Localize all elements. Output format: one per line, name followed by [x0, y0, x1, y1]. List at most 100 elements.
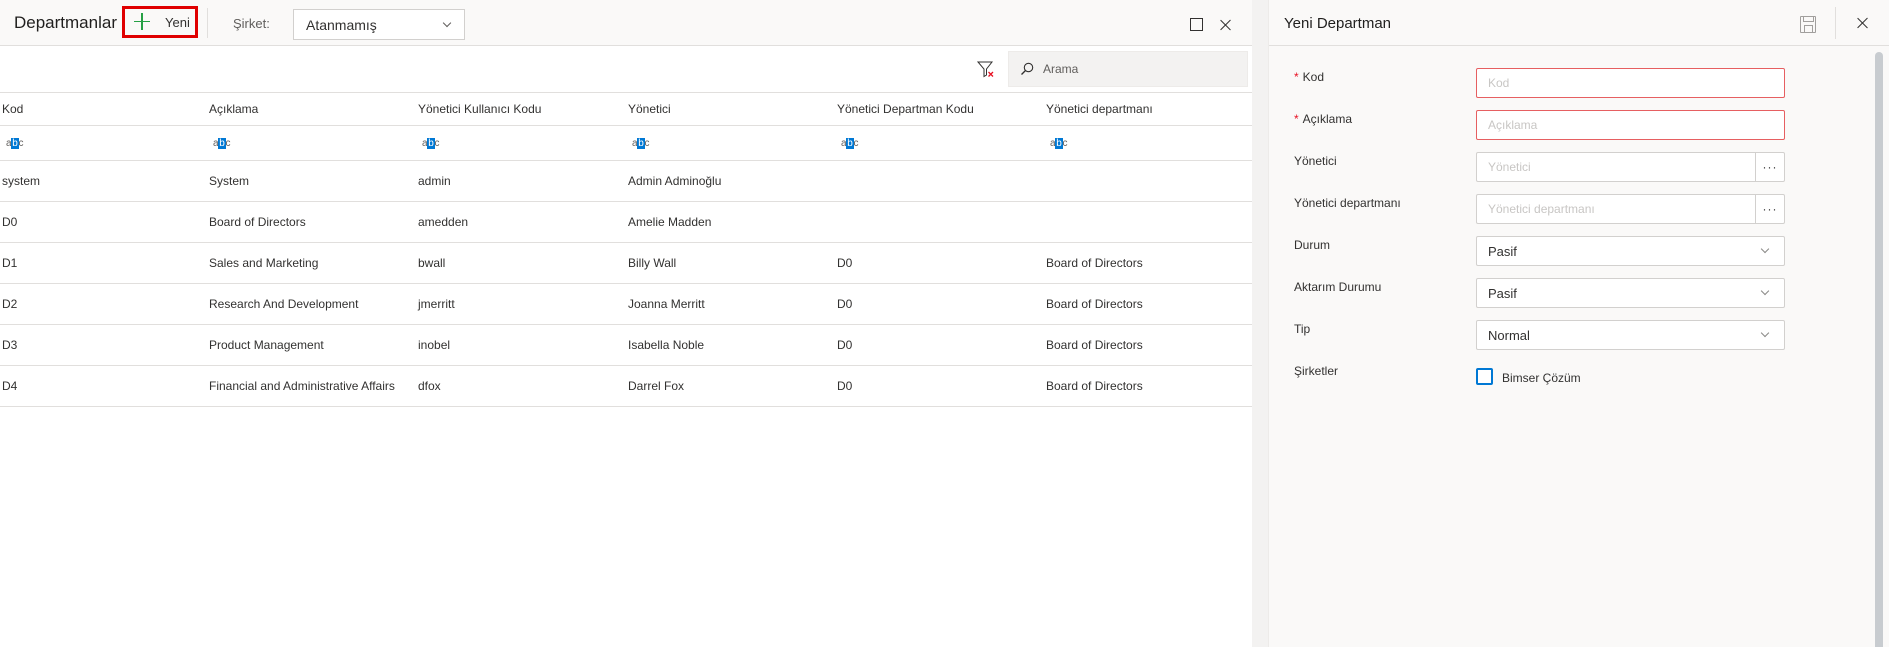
chevron-down-icon — [1760, 244, 1770, 254]
chevron-down-icon — [1760, 286, 1770, 296]
column-header-yonetici-departman-kodu[interactable]: Yönetici Departman Kodu — [837, 93, 974, 125]
header-divider — [207, 8, 208, 38]
cell-yonetici-kullanici-kodu: inobel — [418, 338, 451, 352]
departments-list-panel: Departmanlar Yeni Şirket: Atanmamış Aram… — [0, 0, 1252, 647]
bimser-cozum-checkbox[interactable] — [1476, 368, 1493, 385]
column-header-yonetici[interactable]: Yönetici — [628, 93, 671, 125]
bimser-cozum-label[interactable]: Bimser Çözüm — [1502, 371, 1581, 385]
aciklama-label: * Açıklama — [1294, 112, 1352, 126]
form-title: Yeni Departman — [1284, 15, 1392, 32]
cell-yonetici-kullanici-kodu: admin — [418, 174, 451, 188]
filter-icon-c: c — [18, 137, 24, 149]
column-header-yonetici-kullanici-kodu[interactable]: Yönetici Kullanıcı Kodu — [418, 93, 541, 125]
table-row[interactable]: D1 Sales and Marketing bwall Billy Wall D0 Bo… — [0, 243, 1252, 284]
save-icon[interactable] — [1800, 16, 1816, 33]
cell-yonetici-departmani: Board of Directors — [1046, 297, 1143, 311]
new-button-label: Yeni — [165, 15, 190, 30]
list-toolbar — [0, 46, 1252, 93]
company-dropdown[interactable]: Atanmamış — [293, 9, 465, 40]
cell-yonetici-kullanici-kodu: dfox — [418, 379, 441, 393]
new-button[interactable]: Yeni — [122, 6, 198, 38]
cell-yonetici: Admin Adminoğlu — [628, 174, 722, 188]
yonetici-departmani-field[interactable]: ··· — [1476, 194, 1785, 224]
tip-label: Tip — [1294, 322, 1311, 336]
yonetici-lookup-button[interactable]: ··· — [1755, 153, 1784, 181]
text-filter-icon[interactable]: abc — [207, 126, 231, 160]
cell-yonetici-kullanici-kodu: amedden — [418, 215, 469, 229]
yonetici-departmani-input[interactable] — [1477, 195, 1756, 223]
cell-yonetici-departman-kodu: D0 — [837, 338, 853, 352]
new-department-panel: Yeni Departman *Kod *Açıklama Yönetici ·… — [1268, 0, 1889, 647]
yonetici-departmani-label: Yönetici departmanı — [1294, 196, 1401, 210]
durum-value: Pasif — [1488, 244, 1517, 259]
grid-header-row: Kod Açıklama Yönetici Kullanıcı Kodu Yön… — [0, 93, 1252, 126]
aciklama-input[interactable] — [1477, 111, 1784, 139]
filter-icon-b: b — [846, 137, 854, 149]
column-header-kod[interactable]: Kod — [2, 93, 23, 125]
filter-icon-b: b — [1055, 137, 1063, 149]
tip-value: Normal — [1488, 328, 1530, 343]
column-header-yonetici-departmani[interactable]: Yönetici departmanı — [1046, 93, 1153, 125]
cell-kod: D2 — [2, 297, 18, 311]
plus-icon — [134, 13, 150, 30]
text-filter-icon[interactable]: abc — [416, 126, 440, 160]
table-row[interactable]: D2 Research And Development jmerritt Joanna… — [0, 284, 1252, 325]
close-icon[interactable] — [1856, 17, 1868, 29]
aktarim-durumu-label: Aktarım Durumu — [1294, 280, 1382, 294]
cell-yonetici-departman-kodu: D0 — [837, 256, 853, 270]
cell-yonetici-kullanici-kodu: bwall — [418, 256, 446, 270]
table-row[interactable]: D0 Board of Directors amedden Amelie Madden — [0, 202, 1252, 243]
kod-input[interactable] — [1477, 69, 1784, 97]
yonetici-input[interactable] — [1477, 153, 1756, 181]
header-divider — [1835, 7, 1836, 39]
cell-aciklama: Research And Development — [209, 297, 359, 311]
yonetici-departmani-lookup-button[interactable]: ··· — [1755, 195, 1784, 223]
cell-kod: D0 — [2, 215, 18, 229]
kod-label-text: Kod — [1302, 70, 1325, 84]
cell-aciklama: Product Management — [209, 338, 324, 352]
cell-yonetici-departmani: Board of Directors — [1046, 256, 1143, 270]
filter-icon-c: c — [1062, 137, 1068, 149]
table-row[interactable]: D3 Product Management inobel Isabella Noble… — [0, 325, 1252, 366]
search-box[interactable] — [1008, 51, 1248, 87]
text-filter-icon[interactable]: abc — [626, 126, 650, 160]
tip-dropdown[interactable]: Normal — [1476, 320, 1785, 350]
durum-label: Durum — [1294, 238, 1331, 252]
column-header-aciklama[interactable]: Açıklama — [209, 93, 258, 125]
company-dropdown-value: Atanmamış — [306, 17, 377, 33]
text-filter-icon[interactable]: abc — [1044, 126, 1068, 160]
page-title: Departmanlar — [14, 13, 117, 32]
cell-aciklama: Financial and Administrative Affairs — [209, 379, 395, 393]
cell-yonetici: Amelie Madden — [628, 215, 712, 229]
scrollbar[interactable] — [1875, 52, 1883, 647]
cell-yonetici-departmani: Board of Directors — [1046, 379, 1143, 393]
kod-field[interactable] — [1476, 68, 1785, 98]
cell-yonetici-departman-kodu: D0 — [837, 297, 853, 311]
chevron-down-icon — [1760, 328, 1770, 338]
departments-grid: Kod Açıklama Yönetici Kullanıcı Kodu Yön… — [0, 93, 1252, 407]
clear-filter-icon[interactable] — [976, 59, 996, 79]
table-row[interactable]: D4 Financial and Administrative Affairs df… — [0, 366, 1252, 407]
kod-label: * Kod — [1294, 70, 1324, 84]
form-header: Yeni Departman — [1269, 0, 1889, 46]
aciklama-field[interactable] — [1476, 110, 1785, 140]
text-filter-icon[interactable]: abc — [0, 126, 24, 160]
text-filter-icon[interactable]: abc — [835, 126, 859, 160]
aktarim-durumu-dropdown[interactable]: Pasif — [1476, 278, 1785, 308]
cell-yonetici-departman-kodu: D0 — [837, 379, 853, 393]
cell-kod: D3 — [2, 338, 18, 352]
filter-icon-c: c — [225, 137, 231, 149]
filter-icon-b: b — [427, 137, 435, 149]
maximize-icon[interactable] — [1190, 18, 1203, 31]
yonetici-field[interactable]: ··· — [1476, 152, 1785, 182]
cell-kod: D4 — [2, 379, 18, 393]
grid-body: system System admin Admin Adminoğlu D0 Board … — [0, 161, 1252, 407]
cell-kod: D1 — [2, 256, 18, 270]
filter-icon-c: c — [644, 137, 650, 149]
table-row[interactable]: system System admin Admin Adminoğlu — [0, 161, 1252, 202]
search-input[interactable] — [1043, 52, 1243, 86]
durum-dropdown[interactable]: Pasif — [1476, 236, 1785, 266]
required-marker: * — [1294, 112, 1299, 126]
grid-filter-row: abc abc abc abc abc abc — [0, 126, 1252, 161]
close-icon[interactable] — [1219, 19, 1231, 31]
